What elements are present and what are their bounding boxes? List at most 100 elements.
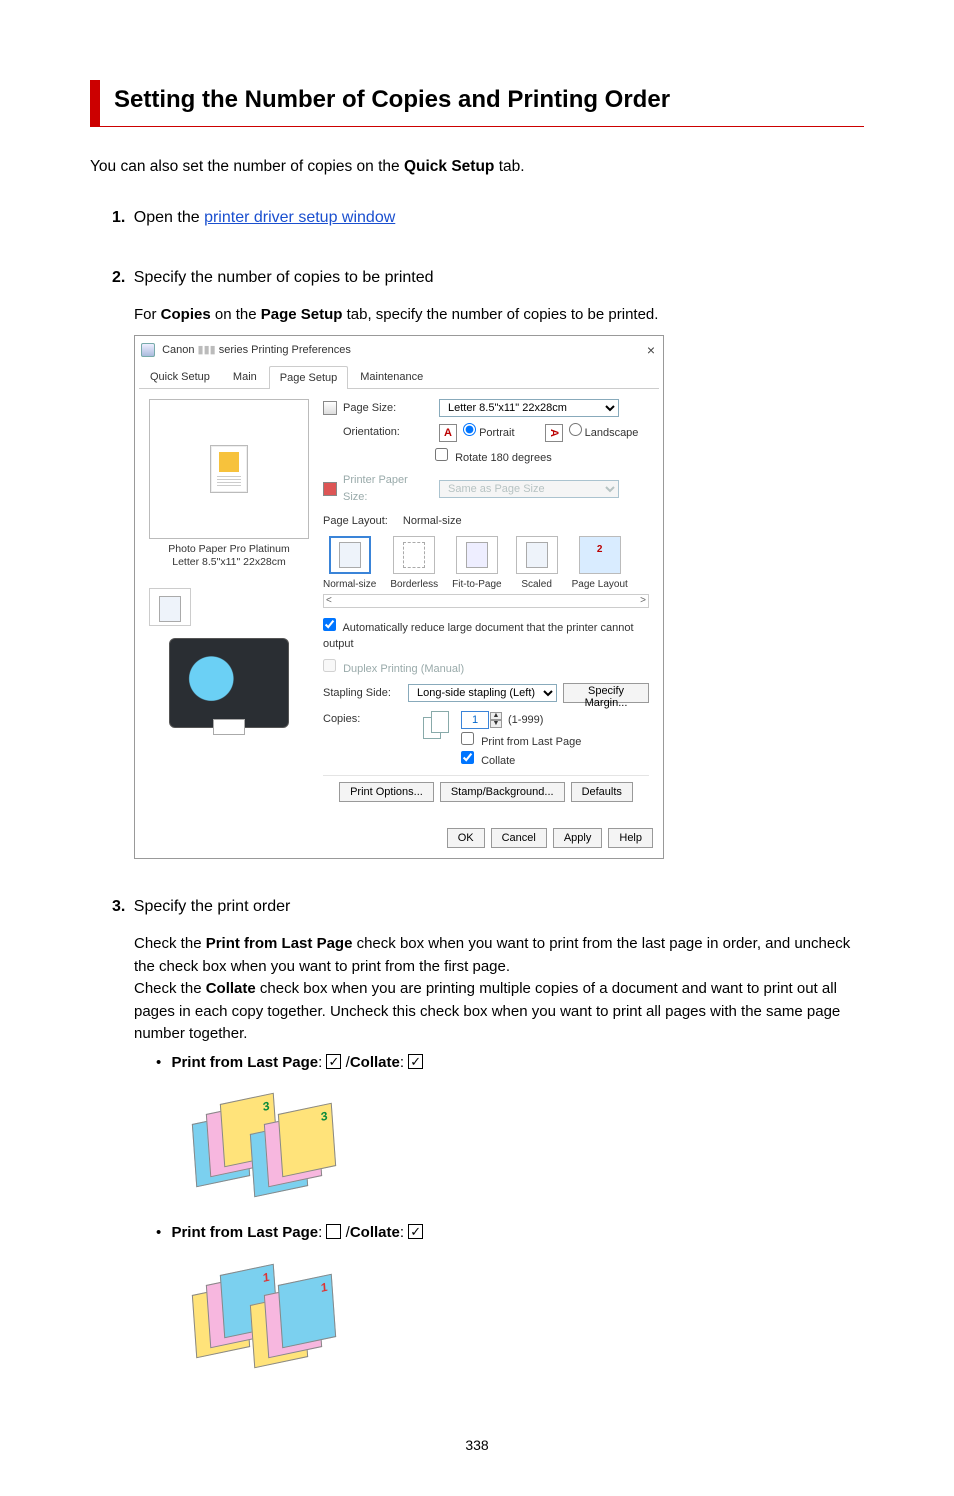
page-title-bar: Setting the Number of Copies and Printin… [90, 80, 864, 127]
stamp-background-button[interactable]: Stamp/Background... [440, 782, 565, 802]
page-layout-options: Normal-size Borderless Fit-to-Page Scale… [323, 536, 649, 592]
page-size-icon [323, 401, 337, 415]
collate-checkbox[interactable]: Collate [461, 751, 581, 770]
intro-post: tab. [494, 158, 524, 175]
spin-down-icon[interactable]: ▼ [490, 720, 502, 728]
s2-b1: Copies [161, 306, 211, 323]
layout-borderless[interactable]: Borderless [390, 536, 438, 592]
landscape-radio[interactable]: Landscape [569, 423, 639, 442]
defaults-button[interactable]: Defaults [571, 782, 633, 802]
layout-scrollbar[interactable]: <> [323, 594, 649, 608]
stapling-select[interactable]: Long-side stapling (Left) [408, 684, 557, 702]
layout-fit-text: Fit-to-Page [452, 577, 501, 592]
print-from-last-checkbox[interactable]: Print from Last Page [461, 732, 581, 751]
portrait-icon: A [439, 424, 457, 442]
printer-paper-icon [323, 482, 337, 496]
step-3-title: Specify the print order [134, 898, 291, 915]
canon-icon [141, 343, 155, 357]
media-type-label: Photo Paper Pro Platinum [149, 543, 309, 556]
checked-box-icon [408, 1054, 423, 1069]
step-3-p1: Check the Print from Last Page check box… [134, 933, 864, 978]
step-3: 3. Specify the print order Check the Pri… [112, 895, 864, 1365]
landscape-text: Landscape [585, 427, 639, 439]
auto-reduce-text: Automatically reduce large document that… [323, 622, 634, 651]
page-preview [149, 399, 309, 539]
layout-fit[interactable]: Fit-to-Page [452, 536, 501, 592]
s2-mid: on the [211, 306, 261, 323]
combo1-pflp: Print from Last Page [171, 1054, 318, 1071]
step-2: 2. Specify the number of copies to be pr… [112, 266, 864, 859]
cancel-button[interactable]: Cancel [491, 828, 547, 848]
layout-normal[interactable]: Normal-size [323, 536, 376, 592]
checked-box-icon [326, 1054, 341, 1069]
step-2-body: For Copies on the Page Setup tab, specif… [112, 304, 864, 859]
step-3-p2: Check the Collate check box when you are… [134, 978, 864, 1046]
combo-2: • Print from Last Page: /Collate: [156, 1222, 864, 1245]
portrait-radio[interactable]: Portrait [463, 423, 515, 442]
spin-up-icon[interactable]: ▲ [490, 712, 502, 720]
preview-page-icon [210, 445, 248, 493]
media-size-label: Letter 8.5"x11" 22x28cm [149, 556, 309, 569]
combo2-pflp: Print from Last Page [171, 1224, 318, 1241]
apply-button[interactable]: Apply [553, 828, 603, 848]
print-options-button[interactable]: Print Options... [339, 782, 434, 802]
layout-result-preview [149, 588, 191, 626]
copies-label: Copies: [323, 711, 413, 728]
layout-pagelayout[interactable]: 2Page Layout [572, 536, 628, 592]
tab-main[interactable]: Main [222, 365, 268, 389]
landscape-icon: A [545, 424, 563, 442]
step-2-title: Specify the number of copies to be print… [134, 269, 434, 286]
collate-illustration-2: 3 2 1 3 2 1 [194, 1255, 864, 1365]
rotate-180-checkbox[interactable]: Rotate 180 degrees [435, 448, 552, 467]
copies-range: (1-999) [508, 712, 543, 729]
tab-page-setup[interactable]: Page Setup [269, 366, 349, 390]
s2-post: tab, specify the number of copies to be … [342, 306, 658, 323]
intro-bold: Quick Setup [404, 158, 494, 175]
print-last-text: Print from Last Page [481, 736, 581, 748]
dialog-title: Canon ▮▮▮ series Printing Preferences [141, 342, 351, 359]
dlg-title-pre: Canon [162, 344, 194, 356]
layout-scaled[interactable]: Scaled [516, 536, 558, 592]
step-3-num: 3. [112, 898, 125, 915]
auto-reduce-checkbox[interactable]: Automatically reduce large document that… [323, 618, 649, 653]
printing-preferences-dialog: Canon ▮▮▮ series Printing Preferences × … [134, 335, 664, 860]
printer-paper-label: Printer Paper Size: [343, 472, 433, 505]
checked-box-icon [408, 1224, 423, 1239]
layout-pl-num: 2 [589, 542, 611, 568]
portrait-text: Portrait [479, 427, 514, 439]
dialog-titlebar: Canon ▮▮▮ series Printing Preferences × [135, 336, 663, 363]
tab-quick-setup[interactable]: Quick Setup [139, 365, 221, 389]
step-3-body: Check the Print from Last Page check box… [112, 933, 864, 1365]
help-button[interactable]: Help [608, 828, 653, 848]
collate-illustration-1: 1 2 3 1 2 3 [194, 1084, 864, 1194]
duplex-checkbox[interactable]: Duplex Printing (Manual) [323, 659, 464, 678]
c2s1: : [318, 1224, 326, 1241]
copies-icon [423, 711, 451, 739]
layout-normal-text: Normal-size [323, 577, 376, 592]
inner-buttons: Print Options... Stamp/Background... Def… [323, 775, 649, 812]
page-size-label: Page Size: [343, 400, 433, 417]
close-icon[interactable]: × [647, 340, 655, 361]
page-title: Setting the Number of Copies and Printin… [114, 82, 864, 118]
unchecked-box-icon [326, 1224, 341, 1239]
copies-spinner[interactable]: ▲▼ [461, 711, 502, 729]
c1s1: : [318, 1054, 326, 1071]
copies-input[interactable] [461, 711, 489, 729]
printer-driver-link[interactable]: printer driver setup window [204, 209, 395, 226]
specify-margin-button[interactable]: Specify Margin... [563, 683, 649, 703]
dlg-title-suf: series Printing Preferences [219, 344, 351, 356]
step-1-num: 1. [112, 209, 125, 226]
ok-button[interactable]: OK [447, 828, 485, 848]
s3p2a: Check the [134, 980, 206, 997]
layout-scaled-text: Scaled [516, 577, 558, 592]
tab-maintenance[interactable]: Maintenance [349, 365, 434, 389]
step-1-head: 1. Open the printer driver setup window [112, 206, 864, 230]
combo2-collate: Collate [350, 1224, 400, 1241]
step-3-head: 3. Specify the print order [112, 895, 864, 919]
s2-pre: For [134, 306, 161, 323]
s3p1b1: Print from Last Page [206, 935, 353, 952]
page-size-select[interactable]: Letter 8.5"x11" 22x28cm [439, 399, 619, 417]
c2sl: / [341, 1224, 349, 1241]
page-layout-value: Normal-size [403, 513, 462, 530]
collate-text: Collate [481, 755, 515, 767]
